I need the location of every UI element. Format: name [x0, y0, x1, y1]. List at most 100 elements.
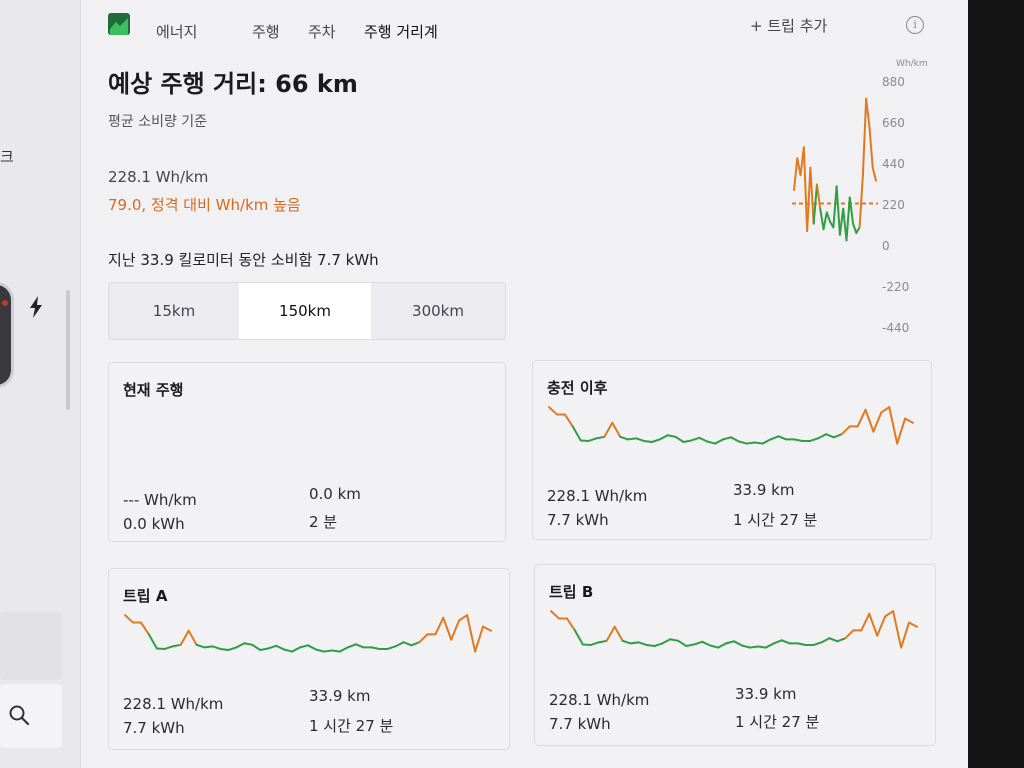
- consumption-line-segment: [806, 166, 812, 233]
- consumption-line-segment: [793, 157, 799, 192]
- car-image: [0, 282, 14, 388]
- mini-line-segment: [619, 435, 630, 441]
- mini-line-segment: [203, 645, 214, 649]
- mini-line-segment: [674, 435, 685, 443]
- mini-line-segment: [370, 646, 381, 650]
- car-light: [2, 300, 8, 306]
- screen-bezel: [968, 0, 1024, 768]
- mini-line-segment: [836, 637, 847, 643]
- mini-line-segment: [603, 421, 614, 438]
- stat-distance: 33.9 km: [309, 687, 371, 705]
- mini-line-segment: [550, 610, 560, 620]
- mini-line-segment: [605, 625, 616, 642]
- mini-line-segment: [563, 413, 574, 428]
- mini-line-segment: [418, 633, 429, 644]
- mini-line-segment: [730, 436, 740, 443]
- mini-line-segment: [824, 433, 835, 439]
- mini-line-segment: [868, 612, 879, 637]
- consumption-line-segment: [809, 166, 815, 225]
- mini-line-segment: [589, 641, 600, 646]
- consumption-line-segment: [822, 211, 828, 231]
- mini-line-segment: [761, 438, 772, 445]
- mini-line-segment: [597, 639, 608, 644]
- mini-line-segment: [434, 616, 445, 636]
- mini-line-segment: [725, 640, 735, 645]
- search-button[interactable]: [0, 684, 62, 748]
- mini-line-segment: [581, 643, 592, 646]
- y-tick-label: 660: [882, 116, 905, 130]
- left-partial-label: 크: [0, 148, 14, 166]
- mini-line-segment: [442, 616, 453, 641]
- y-tick-label: 440: [882, 157, 905, 171]
- consumption-line-segment: [825, 211, 832, 223]
- mini-line-segment: [714, 438, 725, 445]
- mini-line-segment: [163, 645, 174, 650]
- mini-line-segment: [386, 645, 397, 650]
- mini-line-segment: [840, 425, 851, 436]
- mini-line-segment: [860, 612, 871, 632]
- mini-line-segment: [587, 437, 598, 442]
- y-tick-label: 0: [882, 239, 890, 253]
- card-current-trip[interactable]: 현재 주행 --- Wh/km 0.0 kWh 0.0 km 2 분: [108, 362, 506, 542]
- mini-line-segment: [685, 643, 696, 647]
- stat-distance: 0.0 km: [309, 485, 361, 503]
- mini-line-segment: [227, 646, 238, 651]
- mini-line-segment: [864, 408, 875, 433]
- scrollbar[interactable]: [66, 290, 70, 410]
- stat-wh-per-km: 228.1 Wh/km: [549, 691, 650, 709]
- mini-line-segment: [856, 408, 867, 428]
- mini-line-segment: [219, 647, 230, 651]
- mini-line-segment: [737, 440, 748, 445]
- mini-line-segment: [346, 643, 357, 649]
- card-since-charge[interactable]: 충전 이후 228.1 Wh/km 7.7 kWh 33.9 km 1 시간 2…: [532, 360, 932, 540]
- mini-line-segment: [733, 640, 743, 647]
- mini-line-segment: [314, 648, 325, 653]
- mini-line-segment: [748, 645, 759, 649]
- stat-kwh: 7.7 kWh: [547, 511, 609, 529]
- mini-line-segment: [693, 640, 704, 646]
- stat-wh-per-km: --- Wh/km: [123, 491, 197, 509]
- left-card[interactable]: [0, 612, 62, 680]
- stat-kwh: 0.0 kWh: [123, 515, 185, 533]
- mini-line-segment: [299, 644, 309, 649]
- card-trip-b[interactable]: 트립 B 228.1 Wh/km 7.7 kWh 33.9 km 1 시간 27…: [534, 564, 936, 746]
- mini-line-segment: [548, 406, 558, 416]
- search-icon: [9, 705, 30, 726]
- mini-line-segment: [722, 436, 732, 441]
- y-tick-label: -440: [882, 321, 909, 335]
- mini-line-segment: [571, 425, 582, 442]
- consumption-line-segment: [815, 183, 822, 210]
- mini-line-segment: [844, 629, 855, 640]
- mini-line-segment: [745, 441, 756, 445]
- mini-line-segment: [155, 647, 166, 650]
- mini-chart-trip-a: [124, 614, 492, 653]
- mini-line-segment: [354, 643, 365, 649]
- mini-line-segment: [764, 642, 775, 649]
- mini-line-segment: [677, 639, 688, 647]
- mini-line-segment: [812, 641, 823, 646]
- mini-line-segment: [777, 435, 788, 441]
- mini-line-segment: [171, 643, 182, 648]
- stat-wh-per-km: 228.1 Wh/km: [123, 695, 224, 713]
- mini-line-segment: [251, 643, 262, 651]
- y-tick-label: 220: [882, 198, 905, 212]
- consumption-line-segment: [819, 207, 825, 231]
- mini-line-segment: [876, 615, 887, 637]
- mini-line-segment: [187, 629, 198, 646]
- mini-line-segment: [650, 438, 661, 443]
- mini-chart-trip-b: [550, 610, 918, 649]
- mini-line-segment: [243, 642, 254, 646]
- mini-line-segment: [756, 645, 767, 649]
- mini-line-segment: [482, 625, 492, 632]
- mini-line-segment: [307, 644, 317, 651]
- card-trip-a[interactable]: 트립 A 228.1 Wh/km 7.7 kWh 33.9 km 1 시간 27…: [108, 568, 510, 750]
- stat-duration: 1 시간 27 분: [733, 511, 818, 529]
- consumption-line-segment: [835, 185, 841, 236]
- mini-line-segment: [645, 643, 656, 647]
- left-panel: 크: [0, 0, 81, 768]
- mini-line-segment: [892, 610, 903, 649]
- mini-line-segment: [595, 435, 606, 440]
- mini-line-segment: [629, 641, 640, 645]
- stat-kwh: 7.7 kWh: [549, 715, 611, 733]
- mini-line-segment: [565, 617, 576, 632]
